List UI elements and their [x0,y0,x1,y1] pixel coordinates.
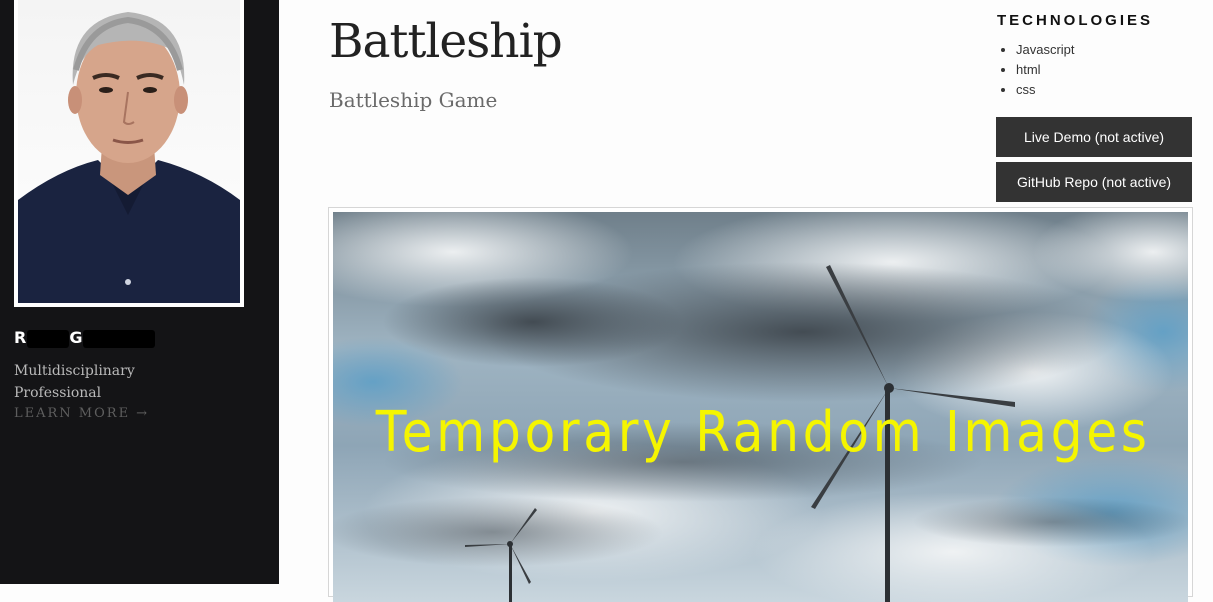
github-repo-button[interactable]: GitHub Repo (not active) [996,162,1192,202]
project-image: Temporary Random Images [333,212,1188,602]
technologies-list: Javascript html css [998,40,1075,100]
profile-name-initial: R [14,328,28,347]
page-title: Battleship [329,14,563,69]
project-image-frame: Temporary Random Images [328,207,1193,602]
profile-role: Multidisciplinary Professional [14,363,135,401]
profile-photo [18,0,240,303]
technology-item: css [1016,80,1075,100]
image-caption-overlay: Temporary Random Images [375,400,1151,465]
live-demo-button[interactable]: Live Demo (not active) [996,117,1192,157]
technologies-heading: TECHNOLOGIES [997,12,1154,29]
name-redaction [27,329,70,348]
learn-more-link[interactable]: LEARN MORE → [14,406,149,421]
page-subtitle: Battleship Game [329,88,498,112]
profile-name-initial-2: G [69,328,84,347]
profile-name: RG [14,328,156,350]
sidebar: RG Multidisciplinary Professional LEARN … [0,0,279,584]
profile-photo-frame [14,0,244,307]
technology-item: Javascript [1016,40,1075,60]
name-redaction-2 [83,329,156,348]
technology-item: html [1016,60,1075,80]
